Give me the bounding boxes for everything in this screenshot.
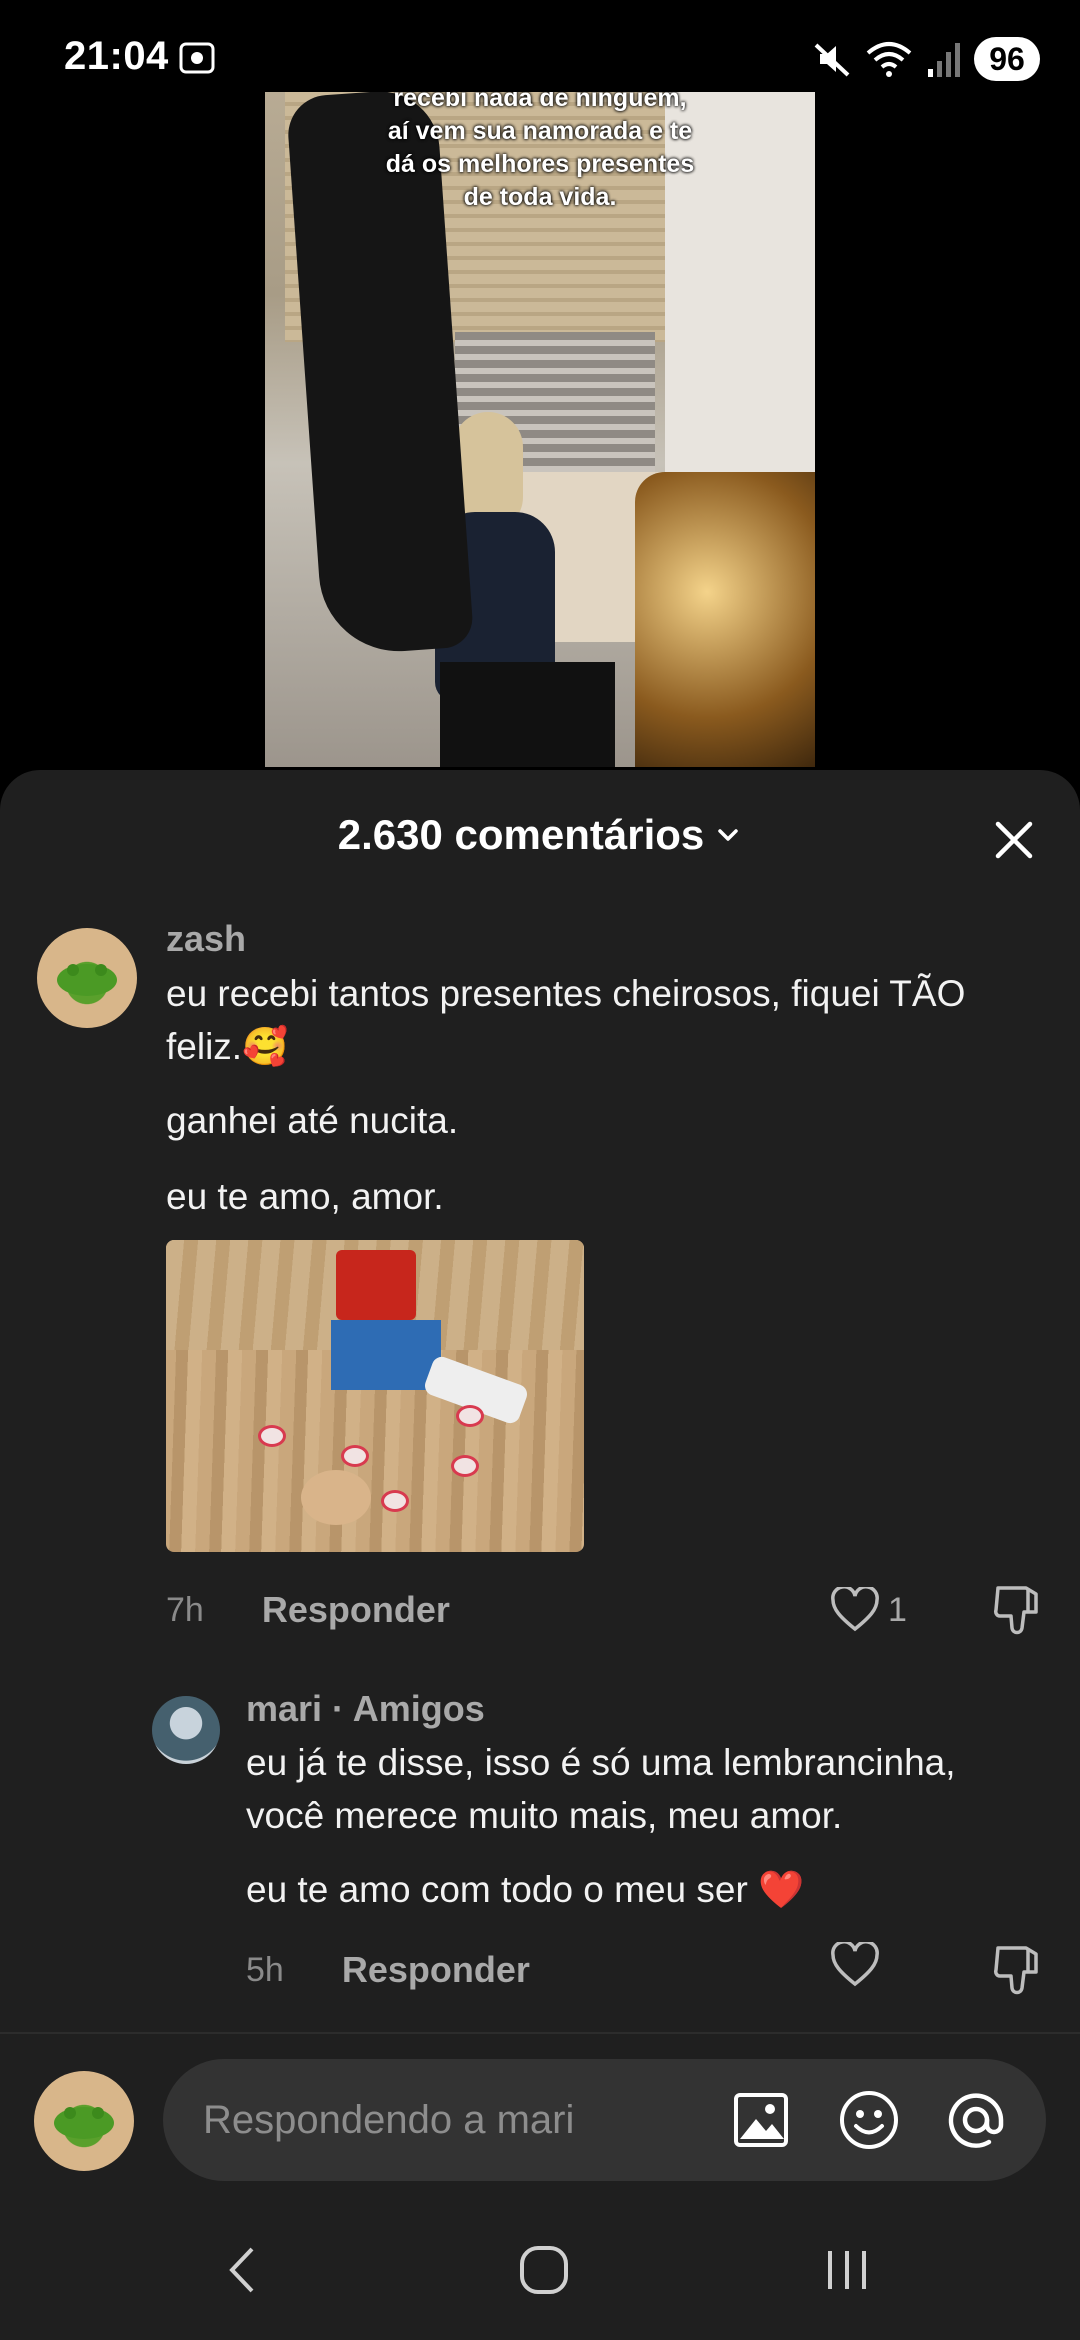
comment-username[interactable]: zash	[166, 918, 246, 960]
image-sticker	[258, 1425, 286, 1447]
image-mug	[336, 1250, 416, 1320]
battery-indicator: 96	[974, 37, 1040, 81]
avatar[interactable]	[37, 928, 137, 1028]
reply-meta: 5h Responder	[246, 1940, 530, 2000]
back-icon	[229, 2247, 254, 2293]
thumbs-down-icon	[994, 1586, 1038, 1635]
system-nav-bar	[0, 2190, 1080, 2340]
comment-meta: 7h Responder	[166, 1580, 1046, 1640]
dislike-button[interactable]	[992, 1942, 1044, 2002]
like-button[interactable]: 1	[830, 1580, 907, 1640]
reply-time: 5h	[246, 1950, 284, 1989]
heart-outline-icon	[831, 1587, 879, 1632]
comment-text: eu te amo, amor.	[166, 1176, 444, 1217]
frog-icon	[57, 964, 117, 996]
image-button[interactable]	[728, 2087, 794, 2153]
comment-time: 7h	[166, 1590, 204, 1629]
comment-image[interactable]	[166, 1240, 584, 1552]
emoji-button[interactable]	[836, 2087, 902, 2153]
video-caption: recebi nada de ninguém, aí vem sua namor…	[385, 92, 695, 211]
like-button[interactable]	[830, 1940, 880, 2002]
avatar[interactable]	[152, 1696, 220, 1764]
frog-icon	[54, 2107, 114, 2139]
like-count: 1	[888, 1590, 907, 1629]
image-icon	[734, 2093, 788, 2147]
comment-input[interactable]: Respondendo a mari	[163, 2059, 1046, 2181]
status-icons: 96	[812, 36, 1040, 82]
reply-text: eu já te disse, isso é só uma lembrancin…	[246, 1742, 956, 1836]
thumbs-down-icon	[994, 1946, 1038, 1995]
image-sticker	[451, 1455, 479, 1477]
image-sticker	[341, 1445, 369, 1467]
video-laptop	[440, 662, 615, 767]
nav-home-button[interactable]	[509, 2235, 579, 2305]
comments-title: 2.630 comentários	[337, 811, 705, 858]
mention-icon	[948, 2093, 1004, 2148]
sheet-header: 2.630 comentários	[0, 770, 1080, 900]
status-time: 21:04	[64, 34, 169, 78]
close-icon	[995, 821, 1033, 859]
emoji-icon	[840, 2091, 898, 2149]
comments-count-toggle[interactable]: 2.630 comentários	[338, 811, 743, 859]
image-card	[301, 1470, 371, 1525]
signal-icon	[928, 43, 960, 77]
screen: 21:04 96 recebi nada de ninguém, aí vem …	[0, 0, 1080, 2340]
image-sticker	[381, 1490, 409, 1512]
recents-icon	[828, 2251, 866, 2289]
home-icon	[520, 2246, 568, 2294]
comment-text: ganhei até nucita.	[166, 1100, 459, 1141]
reply-button[interactable]: Responder	[342, 1949, 530, 1991]
my-avatar	[34, 2071, 134, 2171]
screenshot-icon	[179, 42, 215, 74]
chevron-down-icon	[718, 829, 738, 841]
image-box	[331, 1320, 441, 1390]
dislike-button[interactable]	[992, 1582, 1044, 1642]
reply-text: eu te amo com todo o meu ser ❤️	[246, 1869, 805, 1910]
nav-recents-button[interactable]	[812, 2235, 882, 2305]
comment-input-placeholder: Respondendo a mari	[203, 2097, 575, 2142]
video-player[interactable]: recebi nada de ninguém, aí vem sua namor…	[265, 92, 815, 767]
wifi-icon	[866, 42, 912, 77]
reply-username[interactable]: mari · Amigos	[246, 1688, 485, 1730]
close-button[interactable]	[984, 810, 1044, 870]
heart-outline-icon	[831, 1940, 879, 1987]
comment-text: eu recebi tantos presentes cheirosos, fi…	[166, 973, 966, 1067]
mention-button[interactable]	[943, 2087, 1009, 2153]
reply-button[interactable]: Responder	[262, 1589, 450, 1631]
image-sticker	[456, 1405, 484, 1427]
nav-back-button[interactable]	[207, 2235, 277, 2305]
mute-icon	[814, 43, 850, 77]
divider	[0, 2032, 1080, 2034]
video-gift-bag	[635, 472, 815, 767]
